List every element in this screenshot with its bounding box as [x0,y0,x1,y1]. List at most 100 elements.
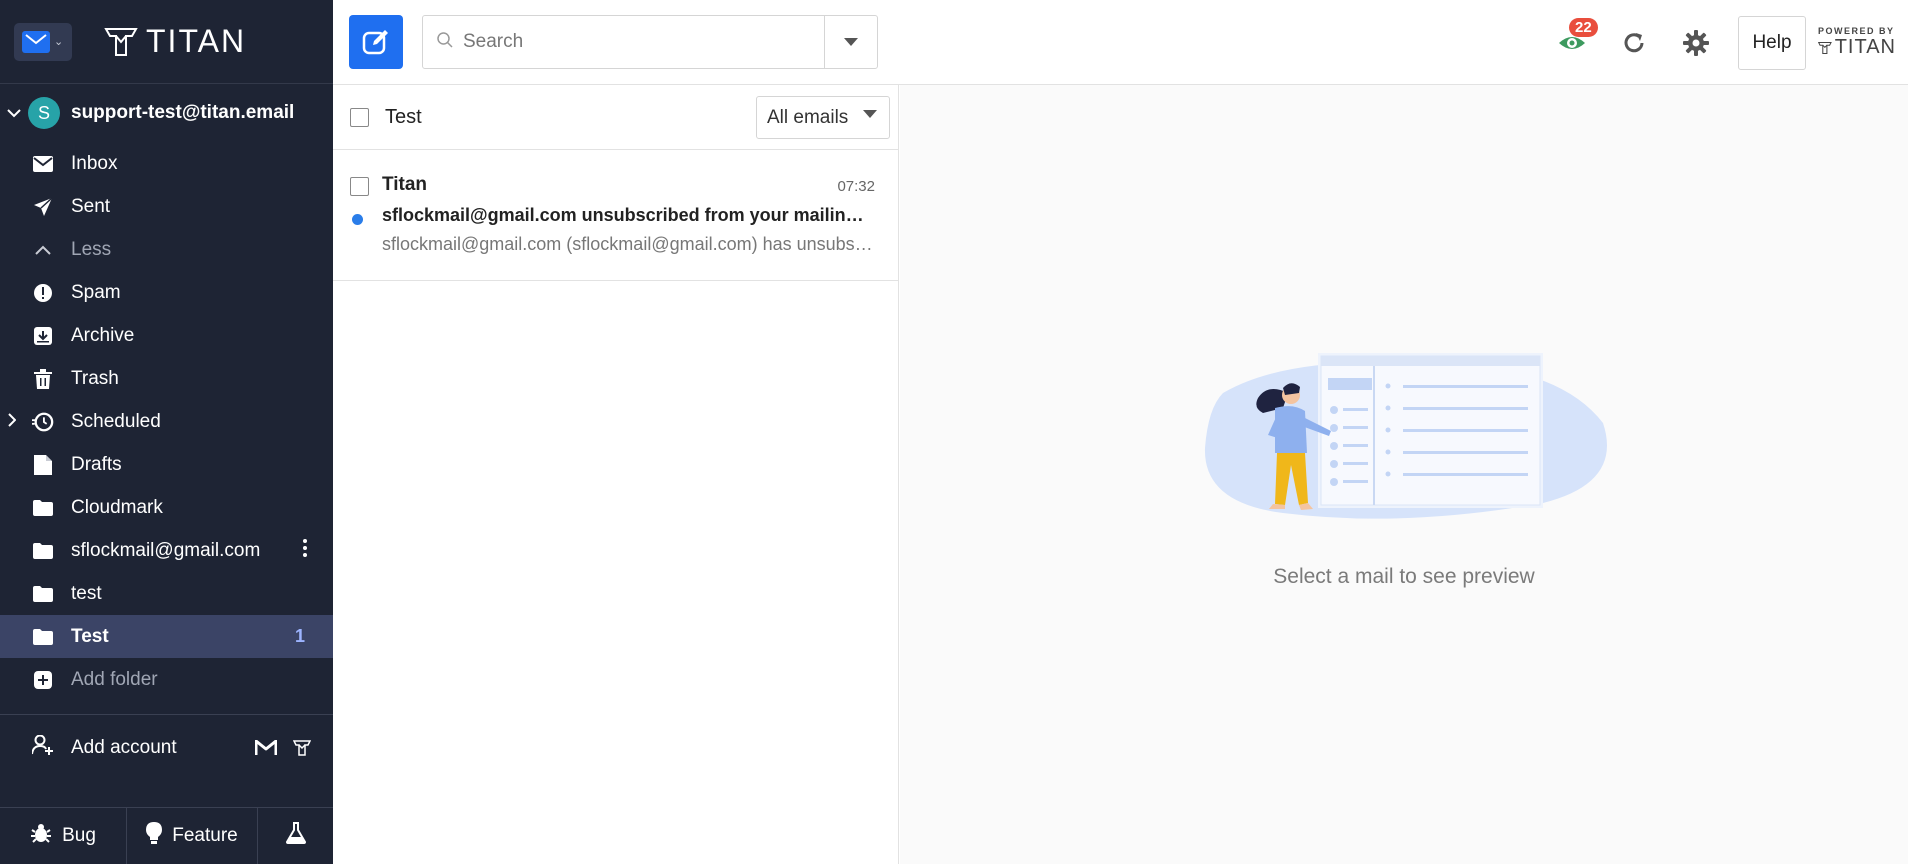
refresh-icon [1624,32,1644,52]
topbar: 22 Help POWERED BY TITAN [333,0,1908,85]
sidebar-item-label: Trash [71,367,119,389]
sidebar-item-less[interactable]: Less [0,228,333,271]
lightbulb-icon [146,822,163,850]
sidebar-item-label: Inbox [71,152,118,174]
filter-label: All emails [767,106,849,128]
drafts-icon [32,454,54,476]
exclamation-circle-icon [32,282,54,304]
unread-dot-icon [352,214,363,225]
powered-by-brand: TITAN [1818,36,1896,59]
sidebar-item-drafts[interactable]: Drafts [0,443,333,486]
bug-label: Bug [62,825,96,846]
gmail-icon[interactable] [255,740,277,756]
add-folder-button[interactable]: Add folder [0,658,333,701]
search-options-dropdown[interactable] [824,16,877,68]
folder-icon [32,583,54,605]
feature-request-button[interactable]: Feature [127,808,258,864]
caret-down-icon [863,110,877,118]
sidebar-item-label: Test [71,625,109,647]
chevron-down-icon[interactable] [4,105,24,121]
search-input[interactable] [463,31,813,53]
sidebar-item-inbox[interactable]: Inbox [0,142,333,185]
list-header: Test All emails [333,85,898,150]
add-user-icon [31,734,54,761]
sidebar-item-trash[interactable]: Trash [0,357,333,400]
sidebar-item-label: Scheduled [71,410,161,432]
app-switcher[interactable]: ⌄ [14,22,72,61]
titan-provider-icon[interactable] [293,740,311,756]
mail-app-icon [22,30,50,53]
sidebar-item-test[interactable]: test [0,572,333,615]
sidebar-item-label: Sent [71,195,111,217]
sidebar-item-test-active[interactable]: Test 1 [0,615,333,658]
sidebar-item-archive[interactable]: Archive [0,314,333,357]
envelope-icon [32,153,54,175]
notification-badge: 22 [1569,17,1598,37]
sidebar-item-scheduled[interactable]: Scheduled [0,400,333,443]
unread-count: 1 [294,626,305,646]
folder-icon [32,626,54,648]
email-snippet: sflockmail@gmail.com (sflockmail@gmail.c… [382,234,874,254]
read-receipts-button[interactable]: 22 [1552,17,1598,63]
folder-icon [32,540,54,562]
sidebar-item-label: Cloudmark [71,496,163,518]
paper-plane-icon [32,196,54,218]
sidebar-item-cloudmark[interactable]: Cloudmark [0,486,333,529]
bug-report-button[interactable]: Bug [0,808,127,864]
titan-logo-icon [104,27,138,56]
sidebar-item-label: test [71,582,102,604]
select-all-checkbox[interactable] [350,107,369,127]
empty-preview-illustration [1204,353,1607,519]
add-account-button[interactable]: Add account [0,715,333,781]
more-vertical-icon[interactable] [303,538,307,563]
titan-logo: TITAN [104,23,246,60]
powered-by-label: POWERED BY [1818,26,1895,36]
topbar-actions: 22 Help POWERED BY TITAN [1552,0,1908,85]
powered-by-titan: POWERED BY TITAN [1818,26,1896,59]
folder-icon [32,497,54,519]
sidebar-item-label: Less [71,238,112,260]
account-email: support-test@titan.email [71,102,295,123]
settings-button[interactable] [1676,23,1716,63]
current-folder-title: Test [385,105,422,128]
help-button[interactable]: Help [1738,15,1806,70]
flask-icon [285,822,306,850]
chevron-right-icon[interactable] [8,413,17,430]
sidebar-item-label: Add folder [71,668,158,690]
sidebar-item-sent[interactable]: Sent [0,185,333,228]
compose-button[interactable] [349,15,403,69]
chevron-up-icon [32,239,54,261]
provider-icons [255,740,311,756]
clock-send-icon [32,411,54,433]
avatar: S [28,97,60,129]
sidebar: ⌄ TITAN S support-test@titan.email Inbox… [0,0,333,864]
trash-icon [32,368,54,390]
preview-pane: Select a mail to see preview [900,85,1908,864]
list-item[interactable]: Titan 07:32 sflockmail@gmail.com unsubsc… [333,150,898,281]
sidebar-item-spam[interactable]: Spam [0,271,333,314]
add-account-label: Add account [71,737,177,758]
brand-bar: ⌄ TITAN [0,0,333,84]
bug-icon [30,822,52,850]
email-filter-dropdown[interactable]: All emails [756,96,890,139]
sidebar-item-label: Archive [71,324,135,346]
empty-preview-text: Select a mail to see preview [1273,565,1535,588]
chevron-down-icon: ⌄ [54,36,64,48]
email-subject: sflockmail@gmail.com unsubscribed from y… [382,205,874,225]
sidebar-item-sflockmail[interactable]: sflockmail@gmail.com [0,529,333,572]
sidebar-item-label: Spam [71,281,121,303]
email-checkbox[interactable] [350,177,369,196]
plus-square-icon [32,669,54,691]
email-list: Test All emails Titan 07:32 sflockmail@g… [333,85,899,864]
refresh-button[interactable] [1614,23,1654,63]
gear-icon [1683,29,1709,56]
sidebar-item-label: Drafts [71,453,122,475]
labs-button[interactable] [258,808,333,864]
email-time: 07:32 [837,178,875,195]
feature-label: Feature [172,825,238,846]
search-box [422,15,878,69]
archive-icon [32,325,54,347]
titan-logo-icon [1818,41,1832,54]
account-row[interactable]: S support-test@titan.email [0,84,333,142]
logo-text: TITAN [146,23,247,59]
